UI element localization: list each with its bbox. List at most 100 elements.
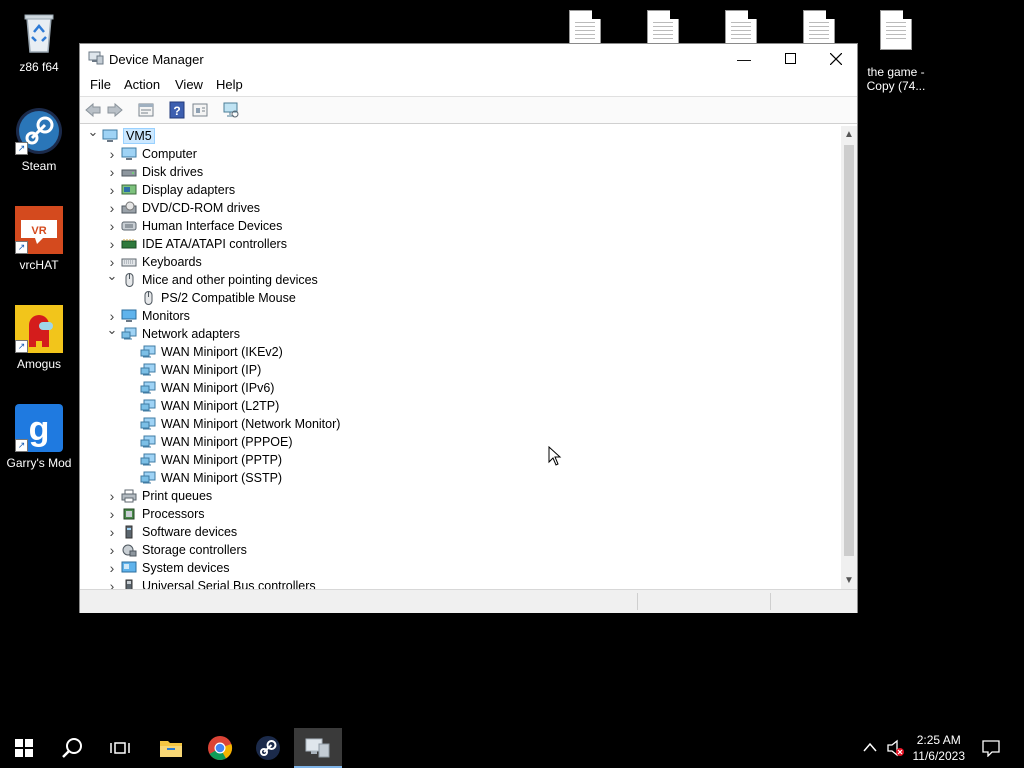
- recycle-bin-icon: [15, 8, 63, 56]
- volume-muted-icon[interactable]: [886, 739, 906, 757]
- menu-bar: File Action View Help: [80, 74, 857, 96]
- desktop-icon-label: vrcHAT: [19, 258, 59, 272]
- minimize-button[interactable]: —: [721, 44, 767, 74]
- chevron-down-icon[interactable]: ⌄: [106, 267, 118, 285]
- device-manager-icon: [88, 51, 104, 65]
- chevron-right-icon[interactable]: ›: [106, 199, 118, 217]
- processor-icon: [121, 507, 137, 521]
- scrollbar-thumb[interactable]: [844, 145, 854, 556]
- menu-file[interactable]: File: [90, 77, 111, 92]
- keyboard-icon: [121, 255, 137, 269]
- tree-child-label: WAN Miniport (Network Monitor): [161, 417, 341, 431]
- show-hidden-icons-chevron-up-icon[interactable]: [863, 742, 877, 752]
- taskbar-chrome[interactable]: [196, 728, 244, 768]
- menu-action[interactable]: Action: [124, 77, 160, 92]
- desktop-icon-steam[interactable]: ↗ Steam: [0, 107, 78, 173]
- steam-icon: [256, 736, 280, 760]
- taskbar: 2:25 AM 11/6/2023: [0, 728, 1024, 768]
- vertical-scrollbar[interactable]: ▲ ▼: [841, 126, 857, 589]
- search-button[interactable]: [48, 728, 96, 768]
- desktop-icon-label: Steam: [21, 159, 57, 173]
- chevron-right-icon[interactable]: ›: [106, 145, 118, 163]
- tree-item-label: DVD/CD-ROM drives: [142, 201, 261, 215]
- computer-icon: [102, 129, 118, 143]
- clock-date: 11/6/2023: [912, 749, 966, 763]
- hid-icon: [121, 219, 137, 233]
- scroll-down-icon[interactable]: ▼: [841, 572, 857, 589]
- among-us-icon: ↗: [15, 305, 63, 353]
- mouse-icon: [121, 273, 137, 287]
- taskbar-steam[interactable]: [244, 728, 292, 768]
- desktop-icon-vrchat[interactable]: VR ↗ vrcHAT: [0, 206, 78, 272]
- network-adapter-icon: [140, 363, 156, 377]
- menu-help[interactable]: Help: [216, 77, 243, 92]
- chevron-down-icon[interactable]: ⌄: [87, 126, 99, 141]
- desktop-icon-recycle-bin[interactable]: z86 f64: [0, 8, 78, 74]
- system-clock[interactable]: 2:25 AM 11/6/2023: [913, 732, 966, 764]
- chevron-down-icon[interactable]: ⌄: [106, 321, 118, 339]
- taskbar-file-explorer[interactable]: [147, 728, 195, 768]
- dvd-drive-icon: [121, 201, 137, 215]
- status-bar: [80, 589, 857, 613]
- tree-child-label: WAN Miniport (SSTP): [161, 471, 283, 485]
- chevron-right-icon[interactable]: ›: [106, 577, 118, 589]
- tree-child-label: WAN Miniport (IPv6): [161, 381, 275, 395]
- title-bar[interactable]: Device Manager —: [80, 44, 857, 74]
- chevron-right-icon[interactable]: ›: [106, 235, 118, 253]
- desktop-icon-garrys-mod[interactable]: g ↗ Garry's Mod: [0, 404, 78, 470]
- chevron-right-icon[interactable]: ›: [106, 217, 118, 235]
- chevron-right-icon[interactable]: ›: [106, 163, 118, 181]
- tree-item-label: Computer: [142, 147, 197, 161]
- maximize-button[interactable]: [767, 44, 813, 74]
- minimize-icon: —: [737, 51, 751, 67]
- monitor-icon: [121, 309, 137, 323]
- device-manager-icon: [305, 738, 330, 758]
- chevron-right-icon[interactable]: ›: [106, 505, 118, 523]
- windows-logo-icon: [15, 739, 33, 757]
- ide-controller-icon: [121, 237, 137, 251]
- tree-item-label: Software devices: [142, 525, 238, 539]
- chevron-right-icon[interactable]: ›: [106, 181, 118, 199]
- tree-child-label: WAN Miniport (IKEv2): [161, 345, 283, 359]
- toolbar: ?: [80, 96, 857, 124]
- shortcut-arrow-icon: ↗: [15, 439, 28, 452]
- desktop-icon-amogus[interactable]: ↗ Amogus: [0, 305, 78, 371]
- action-center-icon[interactable]: [982, 740, 1000, 757]
- forward-arrow-icon[interactable]: [106, 101, 124, 119]
- task-view-button[interactable]: [96, 728, 144, 768]
- update-driver-icon[interactable]: [191, 101, 209, 119]
- file-explorer-icon: [160, 741, 182, 757]
- task-view-icon: [110, 742, 130, 754]
- start-button[interactable]: [0, 728, 48, 768]
- desktop-file-the-game-copy[interactable]: the game - Copy (74...: [857, 10, 935, 93]
- network-adapter-icon: [140, 471, 156, 485]
- vrchat-icon: VR ↗: [15, 206, 63, 254]
- scroll-up-icon[interactable]: ▲: [841, 126, 857, 143]
- chevron-right-icon[interactable]: ›: [106, 541, 118, 559]
- tree-item-label: IDE ATA/ATAPI controllers: [142, 237, 287, 251]
- desktop-icon-label: Garry's Mod: [6, 456, 72, 470]
- network-adapter-icon: [121, 327, 137, 341]
- desktop-icon-label: the game - Copy (74...: [866, 65, 926, 93]
- help-icon[interactable]: ?: [168, 101, 186, 119]
- chevron-right-icon[interactable]: ›: [106, 559, 118, 577]
- shortcut-arrow-icon: ↗: [15, 241, 28, 254]
- taskbar-device-manager[interactable]: [294, 728, 342, 768]
- tree-item-label: Storage controllers: [142, 543, 247, 557]
- search-icon: [62, 738, 82, 758]
- tree-child-label: WAN Miniport (IP): [161, 363, 262, 377]
- svg-text:g: g: [29, 410, 50, 448]
- chrome-icon: [208, 736, 233, 761]
- network-adapter-icon: [140, 381, 156, 395]
- chevron-right-icon[interactable]: ›: [106, 487, 118, 505]
- tree-child-label: WAN Miniport (PPPOE): [161, 435, 293, 449]
- scan-hardware-icon[interactable]: [222, 101, 240, 119]
- back-arrow-icon[interactable]: [84, 101, 102, 119]
- menu-view[interactable]: View: [175, 77, 203, 92]
- tree-child-label: PS/2 Compatible Mouse: [161, 291, 296, 305]
- chevron-right-icon[interactable]: ›: [106, 523, 118, 541]
- printer-icon: [121, 489, 137, 503]
- close-button[interactable]: [813, 44, 859, 74]
- tree-item-label: Network adapters: [142, 327, 240, 341]
- properties-icon[interactable]: [137, 101, 155, 119]
